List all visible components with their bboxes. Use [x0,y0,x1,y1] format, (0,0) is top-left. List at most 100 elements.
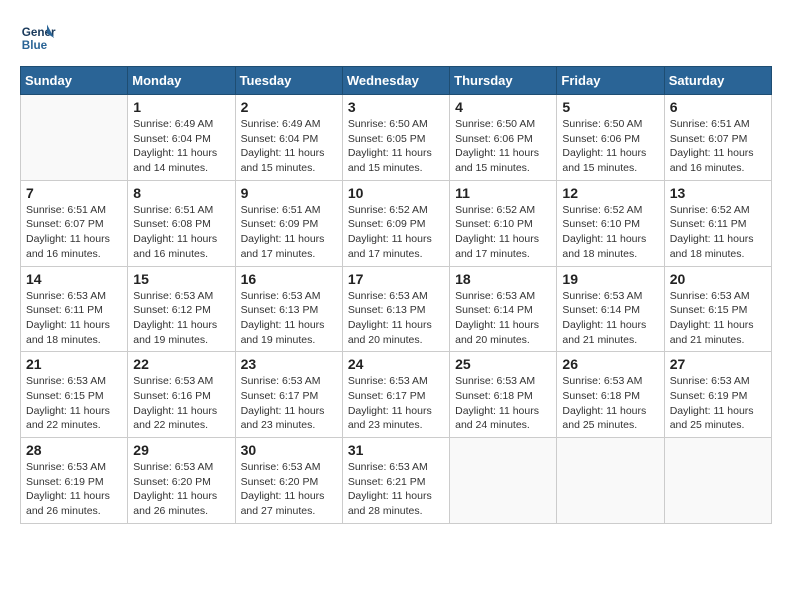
page-header: General Blue [20,20,772,56]
calendar-cell: 2 Sunrise: 6:49 AM Sunset: 6:04 PM Daylig… [235,95,342,181]
day-number: 8 [133,185,229,201]
day-info: Sunrise: 6:52 AM Sunset: 6:09 PM Dayligh… [348,203,444,262]
calendar-cell: 25Sunrise: 6:53 AM Sunset: 6:18 PM Dayli… [450,352,557,438]
calendar-header-thursday: Thursday [450,67,557,95]
calendar-cell: 20 Sunrise: 6:53 AM Sunset: 6:15 PM Dayli… [664,266,771,352]
day-number: 16 [241,271,337,287]
day-number: 21 [26,356,122,372]
calendar-cell: 9 Sunrise: 6:51 AM Sunset: 6:09 PM Daylig… [235,180,342,266]
day-info: Sunrise: 6:52 AM Sunset: 6:10 PM Dayligh… [562,203,658,262]
calendar-table: SundayMondayTuesdayWednesdayThursdayFrid… [20,66,772,524]
day-info: Sunrise: 6:53 AM Sunset: 6:15 PM Dayligh… [26,374,122,433]
calendar-cell: 12 Sunrise: 6:52 AM Sunset: 6:10 PM Dayli… [557,180,664,266]
calendar-cell: 15 Sunrise: 6:53 AM Sunset: 6:12 PM Dayli… [128,266,235,352]
day-number: 18 [455,271,551,287]
day-number: 9 [241,185,337,201]
day-info: Sunrise: 6:53 AM Sunset: 6:12 PM Dayligh… [133,289,229,348]
day-info: Sunrise: 6:51 AM Sunset: 6:09 PM Dayligh… [241,203,337,262]
day-number: 24 [348,356,444,372]
calendar-cell [450,438,557,524]
day-info: Sunrise: 6:51 AM Sunset: 6:08 PM Dayligh… [133,203,229,262]
day-info: Sunrise: 6:53 AM Sunset: 6:14 PM Dayligh… [455,289,551,348]
day-number: 5 [562,99,658,115]
day-info: Sunrise: 6:49 AM Sunset: 6:04 PM Dayligh… [241,117,337,176]
calendar-header-friday: Friday [557,67,664,95]
day-number: 22 [133,356,229,372]
day-number: 11 [455,185,551,201]
day-number: 4 [455,99,551,115]
logo-icon: General Blue [20,20,56,56]
calendar-week-row: 21 Sunrise: 6:53 AM Sunset: 6:15 PM Dayli… [21,352,772,438]
day-number: 14 [26,271,122,287]
logo: General Blue [20,20,60,56]
calendar-cell: 14Sunrise: 6:53 AM Sunset: 6:11 PM Dayli… [21,266,128,352]
calendar-week-row: 7 Sunrise: 6:51 AM Sunset: 6:07 PM Daylig… [21,180,772,266]
day-info: Sunrise: 6:53 AM Sunset: 6:17 PM Dayligh… [348,374,444,433]
day-info: Sunrise: 6:52 AM Sunset: 6:10 PM Dayligh… [455,203,551,262]
day-number: 31 [348,442,444,458]
calendar-cell: 4 Sunrise: 6:50 AM Sunset: 6:06 PM Daylig… [450,95,557,181]
calendar-cell: 30 Sunrise: 6:53 AM Sunset: 6:20 PM Dayli… [235,438,342,524]
calendar-cell: 19 Sunrise: 6:53 AM Sunset: 6:14 PM Dayli… [557,266,664,352]
day-number: 17 [348,271,444,287]
day-number: 25 [455,356,551,372]
calendar-cell: 18 Sunrise: 6:53 AM Sunset: 6:14 PM Dayli… [450,266,557,352]
calendar-cell: 21 Sunrise: 6:53 AM Sunset: 6:15 PM Dayli… [21,352,128,438]
calendar-cell: 31 Sunrise: 6:53 AM Sunset: 6:21 PM Dayli… [342,438,449,524]
svg-text:Blue: Blue [22,39,48,52]
calendar-cell: 17 Sunrise: 6:53 AM Sunset: 6:13 PM Dayli… [342,266,449,352]
day-info: Sunrise: 6:50 AM Sunset: 6:05 PM Dayligh… [348,117,444,176]
day-number: 7 [26,185,122,201]
day-info: Sunrise: 6:52 AM Sunset: 6:11 PM Dayligh… [670,203,766,262]
day-info: Sunrise: 6:53 AM Sunset: 6:15 PM Dayligh… [670,289,766,348]
day-number: 28 [26,442,122,458]
day-info: Sunrise: 6:53 AM Sunset: 6:16 PM Dayligh… [133,374,229,433]
calendar-header-saturday: Saturday [664,67,771,95]
day-number: 2 [241,99,337,115]
calendar-cell: 10 Sunrise: 6:52 AM Sunset: 6:09 PM Dayli… [342,180,449,266]
day-number: 19 [562,271,658,287]
day-info: Sunrise: 6:50 AM Sunset: 6:06 PM Dayligh… [455,117,551,176]
day-number: 10 [348,185,444,201]
calendar-cell: 29 Sunrise: 6:53 AM Sunset: 6:20 PM Dayli… [128,438,235,524]
day-info: Sunrise: 6:53 AM Sunset: 6:20 PM Dayligh… [133,460,229,519]
day-number: 13 [670,185,766,201]
day-info: Sunrise: 6:53 AM Sunset: 6:14 PM Dayligh… [562,289,658,348]
day-info: Sunrise: 6:51 AM Sunset: 6:07 PM Dayligh… [670,117,766,176]
day-number: 23 [241,356,337,372]
day-info: Sunrise: 6:50 AM Sunset: 6:06 PM Dayligh… [562,117,658,176]
calendar-cell: 22 Sunrise: 6:53 AM Sunset: 6:16 PM Dayli… [128,352,235,438]
day-info: Sunrise: 6:53 AM Sunset: 6:20 PM Dayligh… [241,460,337,519]
calendar-week-row: 28 Sunrise: 6:53 AM Sunset: 6:19 PM Dayli… [21,438,772,524]
calendar-cell [21,95,128,181]
calendar-header-monday: Monday [128,67,235,95]
calendar-cell: 3 Sunrise: 6:50 AM Sunset: 6:05 PM Daylig… [342,95,449,181]
calendar-cell: 26 Sunrise: 6:53 AM Sunset: 6:18 PM Dayli… [557,352,664,438]
calendar-cell: 13 Sunrise: 6:52 AM Sunset: 6:11 PM Dayli… [664,180,771,266]
day-info: Sunrise: 6:53 AM Sunset: 6:21 PM Dayligh… [348,460,444,519]
calendar-cell: 8 Sunrise: 6:51 AM Sunset: 6:08 PM Daylig… [128,180,235,266]
calendar-header-row: SundayMondayTuesdayWednesdayThursdayFrid… [21,67,772,95]
day-info: Sunrise: 6:53 AM Sunset: 6:18 PM Dayligh… [562,374,658,433]
calendar-cell: 27 Sunrise: 6:53 AM Sunset: 6:19 PM Dayli… [664,352,771,438]
calendar-cell: 1Sunrise: 6:49 AM Sunset: 6:04 PM Daylig… [128,95,235,181]
day-number: 27 [670,356,766,372]
day-number: 30 [241,442,337,458]
day-number: 15 [133,271,229,287]
day-info: Sunrise: 6:53 AM Sunset: 6:13 PM Dayligh… [348,289,444,348]
day-info: Sunrise: 6:51 AM Sunset: 6:07 PM Dayligh… [26,203,122,262]
day-info: Sunrise: 6:53 AM Sunset: 6:17 PM Dayligh… [241,374,337,433]
day-number: 29 [133,442,229,458]
day-number: 20 [670,271,766,287]
day-number: 6 [670,99,766,115]
day-number: 12 [562,185,658,201]
day-number: 26 [562,356,658,372]
day-info: Sunrise: 6:53 AM Sunset: 6:19 PM Dayligh… [670,374,766,433]
day-number: 1 [133,99,229,115]
calendar-header-sunday: Sunday [21,67,128,95]
calendar-cell: 11 Sunrise: 6:52 AM Sunset: 6:10 PM Dayli… [450,180,557,266]
day-info: Sunrise: 6:53 AM Sunset: 6:19 PM Dayligh… [26,460,122,519]
calendar-cell: 23 Sunrise: 6:53 AM Sunset: 6:17 PM Dayli… [235,352,342,438]
day-number: 3 [348,99,444,115]
calendar-header-wednesday: Wednesday [342,67,449,95]
